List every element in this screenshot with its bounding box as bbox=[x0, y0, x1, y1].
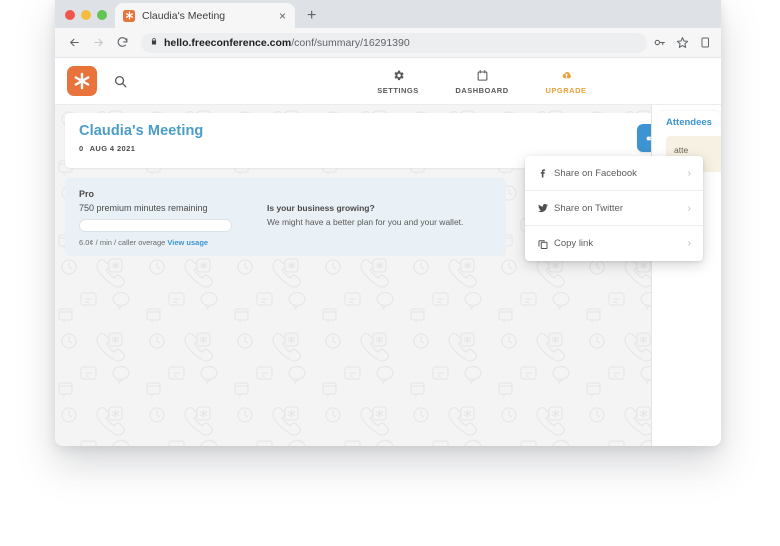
key-icon[interactable] bbox=[653, 36, 666, 49]
nav-label-upgrade: UPGRADE bbox=[545, 85, 587, 95]
window-close-button[interactable] bbox=[65, 10, 75, 20]
omnibox-actions bbox=[653, 36, 713, 49]
address-bar[interactable]: hello.freeconference.com/conf/summary/16… bbox=[141, 32, 647, 53]
browser-window: Claudia's Meeting × + hello.freeconferen… bbox=[55, 0, 721, 446]
menu-label-share-facebook: Share on Facebook bbox=[554, 167, 637, 179]
menu-label-share-twitter: Share on Twitter bbox=[554, 202, 624, 214]
attendee-count: 0 bbox=[79, 144, 84, 153]
page-viewport: SETTINGS DASHBOARD UPGRADE Claudia's Mee… bbox=[55, 58, 721, 446]
reload-icon[interactable] bbox=[111, 32, 133, 54]
close-icon[interactable]: × bbox=[278, 10, 287, 22]
overage-rate: 6.0¢ / min / caller overage bbox=[79, 238, 166, 247]
meeting-meta: 0 AUG 4 2021 bbox=[79, 144, 641, 153]
freeconference-logo[interactable] bbox=[67, 66, 97, 96]
plan-upsell: Is your business growing? We might have … bbox=[257, 189, 463, 227]
plan-name: Pro bbox=[79, 189, 95, 199]
forward-icon[interactable] bbox=[87, 32, 109, 54]
facebook-icon bbox=[537, 167, 554, 179]
nav-label-dashboard: DASHBOARD bbox=[455, 85, 509, 95]
twitter-icon bbox=[537, 202, 554, 214]
browser-tab-strip: Claudia's Meeting × + bbox=[55, 0, 721, 28]
gear-icon bbox=[392, 68, 405, 83]
view-usage-link[interactable]: View usage bbox=[167, 238, 208, 247]
new-tab-button[interactable]: + bbox=[295, 8, 324, 28]
lock-icon bbox=[150, 37, 158, 49]
menu-item-share-twitter[interactable]: Share on Twitter › bbox=[525, 191, 703, 226]
freeconference-logo-icon bbox=[123, 9, 135, 22]
plan-panel: Pro 750 premium minutes remaining 6.0¢ /… bbox=[65, 178, 506, 256]
chevron-right-icon: › bbox=[687, 167, 691, 179]
url-host: hello.freeconference.com bbox=[164, 36, 292, 49]
cloud-upload-icon bbox=[559, 68, 574, 83]
browser-toolbar: hello.freeconference.com/conf/summary/16… bbox=[55, 28, 721, 58]
share-dropdown-menu: Share on Facebook › Share on Twitter › C… bbox=[525, 156, 703, 261]
menu-label-copy-link: Copy link bbox=[554, 238, 594, 249]
menu-item-copy-link[interactable]: Copy link › bbox=[525, 226, 703, 261]
window-maximize-button[interactable] bbox=[97, 10, 107, 20]
menu-item-share-facebook[interactable]: Share on Facebook › bbox=[525, 156, 703, 191]
upsell-subtitle: We might have a better plan for you and … bbox=[267, 217, 464, 227]
star-icon[interactable] bbox=[676, 36, 689, 49]
calendar-icon bbox=[476, 68, 489, 83]
screenshot-canvas: Claudia's Meeting × + hello.freeconferen… bbox=[0, 0, 780, 546]
nav-label-settings: SETTINGS bbox=[377, 85, 419, 95]
extensions-icon[interactable] bbox=[699, 36, 711, 49]
copy-icon bbox=[537, 238, 554, 250]
plan-minutes-remaining: 750 premium minutes remaining bbox=[79, 203, 208, 213]
plan-summary: Pro 750 premium minutes remaining 6.0¢ /… bbox=[79, 189, 257, 247]
page-title: Claudia's Meeting bbox=[79, 123, 204, 139]
plan-overage: 6.0¢ / min / caller overage View usage bbox=[79, 238, 257, 247]
nav-item-settings[interactable]: SETTINGS bbox=[367, 68, 429, 95]
app-header: SETTINGS DASHBOARD UPGRADE bbox=[55, 58, 721, 105]
upsell-title: Is your business growing? bbox=[267, 203, 375, 213]
app-nav: SETTINGS DASHBOARD UPGRADE bbox=[367, 68, 709, 95]
nav-item-upgrade[interactable]: UPGRADE bbox=[535, 68, 597, 95]
nav-item-dashboard[interactable]: DASHBOARD bbox=[451, 68, 513, 95]
chevron-right-icon: › bbox=[687, 202, 691, 214]
search-icon[interactable] bbox=[113, 74, 128, 89]
window-traffic-lights bbox=[63, 10, 115, 28]
chevron-right-icon: › bbox=[687, 238, 691, 249]
tab-attendees[interactable]: Attendees bbox=[658, 111, 720, 133]
browser-tab-title: Claudia's Meeting bbox=[142, 9, 226, 22]
meeting-date: AUG 4 2021 bbox=[89, 144, 136, 153]
minutes-progress-bar bbox=[79, 219, 232, 232]
browser-tab[interactable]: Claudia's Meeting × bbox=[115, 3, 295, 28]
back-icon[interactable] bbox=[63, 32, 85, 54]
window-minimize-button[interactable] bbox=[81, 10, 91, 20]
url-path: /conf/summary/16291390 bbox=[291, 36, 410, 49]
